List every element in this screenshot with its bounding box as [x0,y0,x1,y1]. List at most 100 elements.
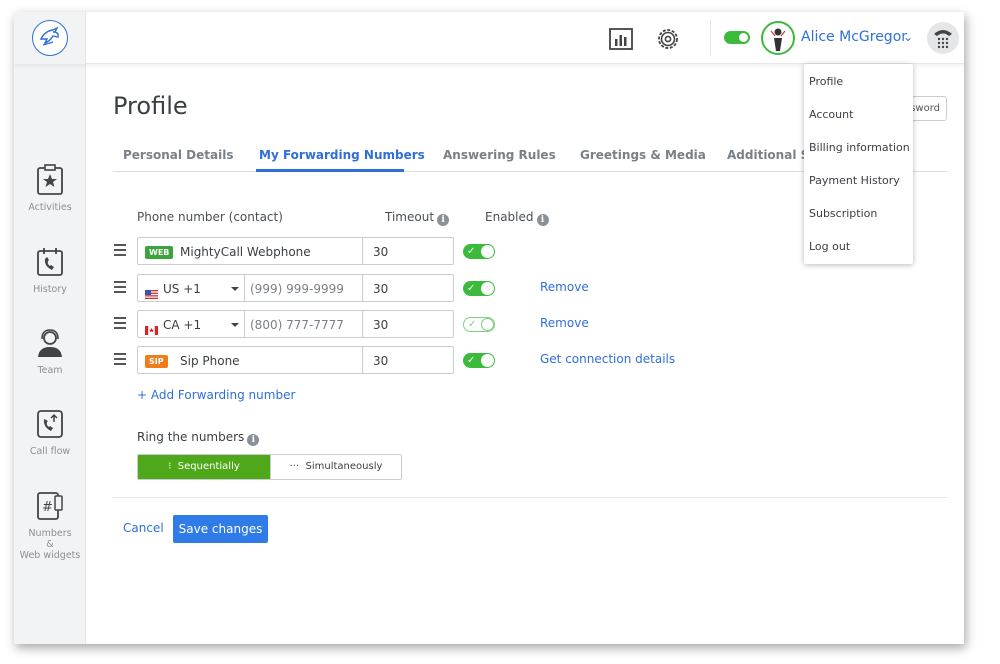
forwarding-contact: WEB MightyCall Webphone [137,237,377,265]
chevron-down-icon [231,323,239,327]
page-title: Profile [113,92,188,120]
logo-icon[interactable] [32,20,68,56]
stats-icon[interactable] [608,26,634,52]
sidebar-item-history[interactable]: History [14,246,86,295]
timeout-column-label: Timeout [385,210,435,224]
check-icon: ✓ [467,283,476,294]
menu-item-log-out[interactable]: Log out [809,240,850,253]
info-icon[interactable]: i [536,214,549,226]
phone-number-field: US +1 (999) 999-9999 [137,274,377,302]
forwarding-row: US +1 (999) 999-9999 30 ✓ Remove [114,274,714,302]
enabled-toggle[interactable]: ✓ [463,353,495,368]
divider [113,497,947,498]
sidebar-item-label: Numbers & Web widgets [19,528,81,561]
country-code: CA +1 [163,318,202,332]
sidebar-item-team[interactable]: Team [14,327,86,376]
ca-flag-icon [145,320,158,335]
sidebar-item-call-flow[interactable]: Call flow [14,408,86,457]
tab-answering-rules[interactable]: Answering Rules [443,148,556,162]
active-tab-indicator [256,169,404,172]
drag-handle-icon[interactable] [114,281,126,293]
logo-area [14,12,86,64]
chevron-down-icon[interactable]: ⌄ [903,30,913,44]
phone-column-label: Phone number (contact) [137,210,283,224]
user-name[interactable]: Alice McGregor [801,29,907,45]
hash-phone-icon: # [35,490,65,522]
ring-mode-label: Ring the numbers [137,430,245,444]
menu-item-profile[interactable]: Profile [809,75,843,88]
enabled-toggle[interactable]: ✓ [463,244,495,259]
check-icon: ✓ [468,319,477,330]
timeout-input[interactable]: 30 [362,310,454,338]
get-connection-details-link[interactable]: Get connection details [540,352,675,366]
sidebar-item-label: History [33,284,67,295]
menu-item-subscription[interactable]: Subscription [809,207,877,220]
sidebar-item-label: Activities [28,202,72,213]
header-separator [710,20,711,56]
timeout-input[interactable]: 30 [362,274,454,302]
segment-label: Sequentially [177,461,240,472]
check-icon: ✓ [467,355,476,366]
forwarding-row: WEB MightyCall Webphone 30 ✓ [114,237,714,265]
tab-personal-details[interactable]: Personal Details [123,148,233,162]
app-window: Alice McGregor ⌄ Activities History Team… [14,12,964,644]
tab-greetings-media[interactable]: Greetings & Media [580,148,706,162]
ring-mode-toggle: ⁝ Sequentially ··· Simultaneously [137,454,402,480]
phone-number-input[interactable]: (800) 777-7777 [250,318,344,332]
user-menu: Profile Account Billing information Paym… [804,64,913,264]
add-forwarding-number-link[interactable]: + Add Forwarding number [137,388,295,402]
country-select[interactable]: US +1 [138,275,245,301]
drag-handle-icon[interactable] [114,244,126,256]
dialpad-icon[interactable] [927,22,959,54]
info-icon[interactable]: i [247,434,260,446]
remove-link[interactable]: Remove [540,316,589,330]
sequential-icon: ⁝ [168,461,172,472]
info-icon[interactable]: i [437,214,450,226]
calendar-phone-icon [35,246,65,278]
top-bar: Alice McGregor ⌄ [14,12,964,64]
sidebar-item-label: Call flow [29,446,71,457]
headset-person-icon [35,327,65,359]
phone-number-field: CA +1 (800) 777-7777 [137,310,377,338]
check-icon: ✓ [467,246,476,257]
country-code: US +1 [163,282,201,296]
drag-handle-icon[interactable] [114,353,126,365]
timeout-input[interactable]: 30 [362,346,454,374]
remove-link[interactable]: Remove [540,280,589,294]
contact-name: MightyCall Webphone [180,245,311,259]
timeout-input[interactable]: 30 [362,237,454,265]
sidebar: Activities History Team Call flow # Numb… [14,64,86,644]
tab-my-forwarding-numbers[interactable]: My Forwarding Numbers [259,148,425,162]
timeout-column-header: Timeout i [385,210,450,226]
enabled-toggle[interactable]: ✓ [463,317,495,332]
drag-handle-icon[interactable] [114,317,126,329]
avatar[interactable] [761,21,795,55]
ring-sequentially-button[interactable]: ⁝ Sequentially [138,455,270,479]
enabled-column-header: Enabled i [485,210,549,226]
sidebar-item-activities[interactable]: Activities [14,164,86,213]
availability-toggle[interactable] [724,31,750,44]
phone-column-header: Phone number (contact) [137,210,283,224]
enabled-column-label: Enabled [485,210,534,224]
menu-item-payment-history[interactable]: Payment History [809,174,900,187]
country-select[interactable]: CA +1 [138,311,245,337]
contact-name: Sip Phone [180,354,240,368]
svg-text:#: # [42,500,53,515]
cancel-button[interactable]: Cancel [123,521,164,535]
segment-label: Simultaneously [305,461,383,472]
menu-item-account[interactable]: Account [809,108,853,121]
enabled-toggle[interactable]: ✓ [463,281,495,296]
forwarding-row: SIP Sip Phone 30 ✓ Get connection detail… [114,346,714,374]
star-clipboard-icon [35,164,65,196]
ring-simultaneously-button[interactable]: ··· Simultaneously [270,455,401,479]
call-flow-icon [35,408,65,440]
simultaneous-icon: ··· [289,461,300,472]
phone-number-input[interactable]: (999) 999-9999 [250,282,344,296]
menu-item-billing[interactable]: Billing information [809,141,910,154]
chevron-down-icon [231,287,239,291]
sidebar-item-numbers[interactable]: # Numbers & Web widgets [14,490,86,561]
save-changes-button[interactable]: Save changes [173,515,268,543]
ring-mode-header: Ring the numbers i [137,430,260,446]
settings-icon[interactable] [655,26,681,52]
sip-badge: SIP [145,355,168,368]
